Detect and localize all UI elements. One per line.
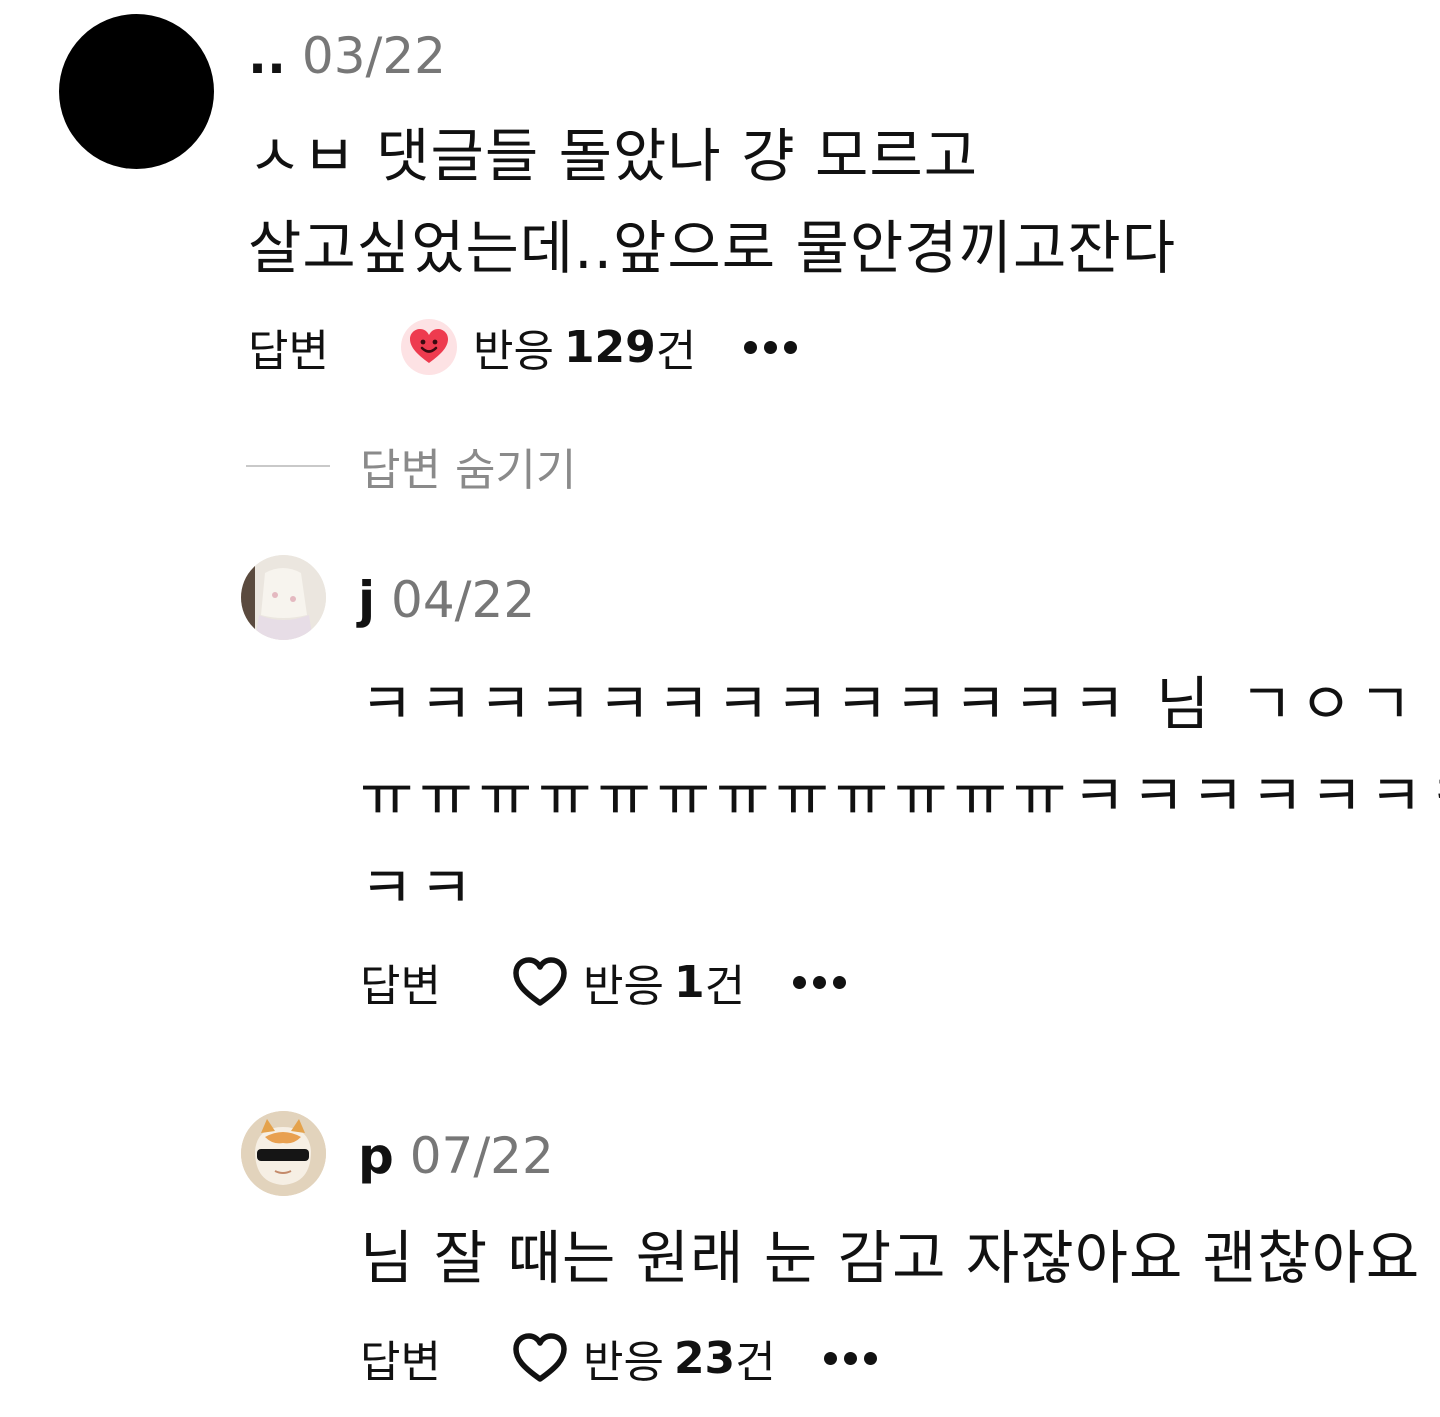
reply-button[interactable]: 답변 — [248, 315, 329, 379]
reply-button[interactable]: 답변 — [360, 1326, 441, 1390]
comment-date: 03/22 — [301, 27, 446, 85]
reply-actions: 답변 반응 23 건 — [360, 1328, 877, 1388]
more-options-icon[interactable] — [823, 1351, 877, 1365]
avatar[interactable] — [241, 1111, 326, 1196]
smiling-heart-icon — [400, 319, 457, 375]
reply-meta: j 04/22 — [358, 570, 535, 630]
comment-date: 04/22 — [391, 571, 536, 629]
reply-button[interactable]: 답변 — [360, 950, 441, 1014]
comment-text-line: ㅠㅠㅠㅠㅠㅠㅠㅠㅠㅠㅠㅠㅋㅋㅋㅋㅋㅋㅋ — [360, 762, 1440, 830]
reaction-count: 1 — [673, 956, 705, 1008]
reply-meta: p 07/22 — [358, 1126, 554, 1186]
reaction-unit: 건 — [704, 961, 746, 1012]
username[interactable]: j — [358, 571, 375, 629]
more-options-icon[interactable] — [793, 975, 847, 989]
reaction-unit: 건 — [655, 326, 697, 377]
reply-text: 님 잘 때는 원래 눈 감고 자잖아요 괜찮아요 — [360, 1212, 1420, 1304]
reaction-label: 반응 — [582, 1337, 664, 1388]
comment-actions: 답변 반응 129 건 — [248, 315, 798, 379]
avatar[interactable] — [59, 14, 214, 169]
comment-text-line: ㅅㅂ 댓글들 돌았나 걍 모르고 — [248, 122, 979, 190]
comment-text-line: 살고싶었는데..앞으로 물안경끼고잔다 — [248, 214, 1177, 282]
comment-meta: .. 03/22 — [248, 26, 446, 86]
heart-outline-icon — [511, 956, 569, 1008]
username[interactable]: .. — [248, 27, 286, 85]
more-options-icon[interactable] — [744, 340, 798, 354]
reply-actions: 답변 반응 1건 — [360, 950, 847, 1014]
heart-outline-icon — [511, 1332, 569, 1384]
reaction-count: 129 — [563, 321, 656, 373]
username[interactable]: p — [358, 1127, 394, 1185]
comment-text: ㅅㅂ 댓글들 돌았나 걍 모르고 살고싶었는데..앞으로 물안경끼고잔다 — [248, 110, 1176, 294]
comment-text-line: ㅋㅋ — [360, 854, 479, 922]
reaction-button[interactable]: 반응 129 건 — [400, 315, 697, 379]
reaction-button[interactable]: 반응 23 건 — [511, 1326, 776, 1390]
avatar[interactable] — [241, 555, 326, 640]
divider — [246, 465, 330, 467]
reply-text: ㅋㅋㅋㅋㅋㅋㅋㅋㅋㅋㅋㅋㅋ 님 ㄱㅇㄱ ㅠㅠㅠㅠㅠㅠㅠㅠㅠㅠㅠㅠㅋㅋㅋㅋㅋㅋㅋ … — [360, 658, 1440, 934]
hide-replies-label: 답변 숨기기 — [360, 445, 577, 496]
reaction-button[interactable]: 반응 1건 — [511, 950, 745, 1014]
reaction-count: 23 — [673, 1332, 736, 1384]
comment-text-line: 님 잘 때는 원래 눈 감고 자잖아요 괜찮아요 — [360, 1224, 1421, 1292]
comment-text-line: ㅋㅋㅋㅋㅋㅋㅋㅋㅋㅋㅋㅋㅋ 님 ㄱㅇㄱ — [360, 670, 1418, 738]
comment-date: 07/22 — [409, 1127, 554, 1185]
hide-replies-toggle[interactable]: 답변 숨기기 — [246, 436, 576, 496]
reaction-label: 반응 — [582, 961, 664, 1012]
reaction-label: 반응 — [472, 326, 554, 377]
reaction-unit: 건 — [735, 1337, 776, 1388]
